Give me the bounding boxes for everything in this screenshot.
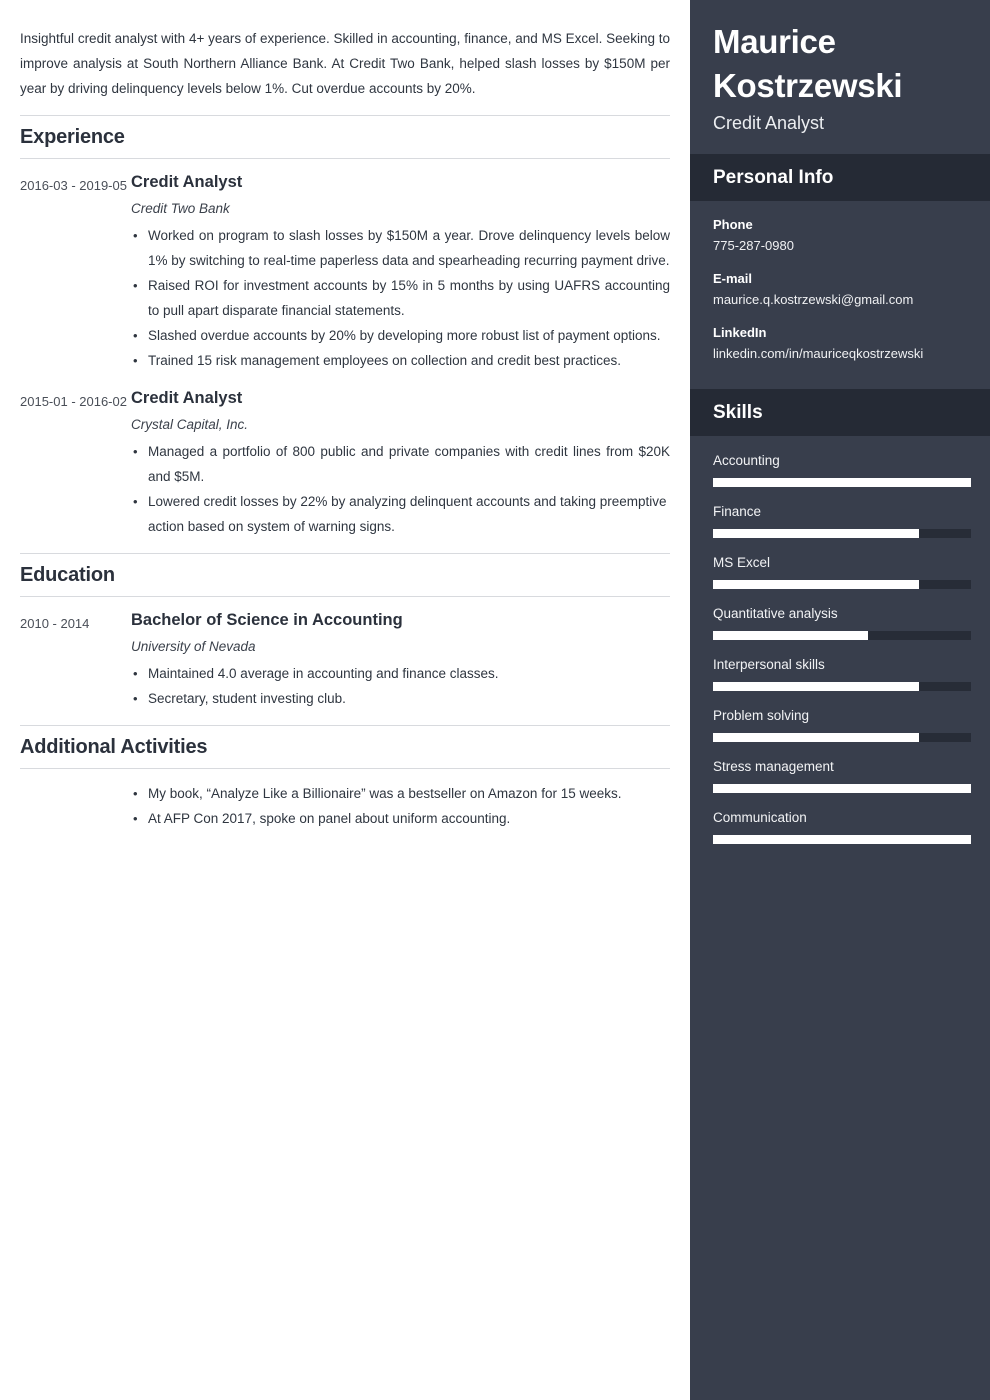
personal-info-list: Phone 775-287-0980 E-mail maurice.q.kostrze…	[690, 201, 990, 389]
candidate-role: Credit Analyst	[713, 113, 825, 133]
entry-bullet-list: Maintained 4.0 average in accounting and…	[131, 661, 670, 711]
skill-item: Communication	[713, 807, 971, 844]
resume-entry: 2016-03 - 2019-05 Credit Analyst Credit Tw…	[20, 171, 670, 373]
skill-level-fill	[713, 478, 971, 487]
resume-main-column: Insightful credit analyst with 4+ years …	[0, 0, 690, 1400]
section-header-experience: Experience	[20, 115, 670, 159]
entry-dates: 2016-03 - 2019-05	[20, 178, 127, 193]
personal-info-label: LinkedIn	[713, 325, 767, 340]
personal-info-item: LinkedIn linkedin.com/in/mauriceqkostrzew…	[713, 323, 967, 364]
entry-body: Credit Analyst Crystal Capital, Inc. Manag…	[131, 387, 670, 539]
skill-level-track	[713, 631, 971, 640]
skill-name: Communication	[713, 810, 807, 825]
summary-paragraph: Insightful credit analyst with 4+ years …	[20, 31, 670, 96]
section-title: Experience	[20, 126, 125, 148]
skill-level-track	[713, 682, 971, 691]
bullet-item: Raised ROI for investment accounts by 15…	[131, 273, 670, 323]
resume-sidebar: Maurice Kostrzewski Credit Analyst Perso…	[690, 0, 990, 1400]
section-title: Education	[20, 564, 115, 586]
skill-item: Accounting	[713, 450, 971, 487]
personal-info-value[interactable]: linkedin.com/in/mauriceqkostrzewski	[713, 344, 967, 364]
skill-level-fill	[713, 529, 920, 538]
section-additional-activities: Additional Activities My book, “Analyze …	[20, 725, 670, 831]
skill-name: Stress management	[713, 759, 834, 774]
skill-level-track	[713, 529, 971, 538]
section-experience: Experience 2016-03 - 2019-05 Credit Analy…	[20, 115, 670, 539]
skill-item: Problem solving	[713, 705, 971, 742]
skill-level-track	[713, 580, 971, 589]
entry-body: Bachelor of Science in Accounting Univers…	[131, 609, 670, 711]
section-title: Additional Activities	[20, 736, 208, 758]
sidebar-header: Maurice Kostrzewski Credit Analyst	[690, 0, 990, 154]
section-header-education: Education	[20, 553, 670, 597]
skills-list: Accounting Finance MS Excel Quantitative an…	[690, 436, 990, 870]
skill-level-track	[713, 835, 971, 844]
personal-info-label: Phone	[713, 217, 753, 232]
entry-organization: Credit Two Bank	[131, 201, 230, 216]
skill-name: Finance	[713, 504, 762, 519]
bullet-item: My book, “Analyze Like a Billionaire” wa…	[131, 781, 670, 806]
skill-item: Quantitative analysis	[713, 603, 971, 640]
education-entries: 2010 - 2014 Bachelor of Science in Accoun…	[20, 609, 670, 711]
entry-organization: Crystal Capital, Inc.	[131, 417, 249, 432]
skill-level-track	[713, 784, 971, 793]
skill-level-fill	[713, 631, 868, 640]
skills-header: Skills	[690, 389, 990, 436]
personal-info-value[interactable]: 775-287-0980	[713, 236, 967, 256]
entry-title: Bachelor of Science in Accounting	[131, 611, 403, 629]
skill-level-track	[713, 478, 971, 487]
skill-item: Interpersonal skills	[713, 654, 971, 691]
skill-item: Stress management	[713, 756, 971, 793]
skill-name: Interpersonal skills	[713, 657, 825, 672]
entry-body: My book, “Analyze Like a Billionaire” wa…	[131, 781, 670, 831]
entry-organization: University of Nevada	[131, 639, 256, 654]
resume-entry: My book, “Analyze Like a Billionaire” wa…	[20, 781, 670, 831]
section-header-additional: Additional Activities	[20, 725, 670, 769]
skill-level-fill	[713, 682, 920, 691]
resume-entry: 2010 - 2014 Bachelor of Science in Accoun…	[20, 609, 670, 711]
entry-dates: 2010 - 2014	[20, 616, 90, 631]
personal-info-title: Personal Info	[713, 167, 834, 188]
resume-entry: 2015-01 - 2016-02 Credit Analyst Crystal C…	[20, 387, 670, 539]
bullet-item: Secretary, student investing club.	[131, 686, 670, 711]
entry-title: Credit Analyst	[131, 389, 243, 407]
bullet-item: Managed a portfolio of 800 public and pr…	[131, 439, 670, 489]
bullet-item: Trained 15 risk management employees on …	[131, 348, 670, 373]
entry-title: Credit Analyst	[131, 173, 243, 191]
bullet-item: Lowered credit losses by 22% by analyzin…	[131, 489, 670, 539]
skill-name: MS Excel	[713, 555, 771, 570]
bullet-item: Maintained 4.0 average in accounting and…	[131, 661, 670, 686]
skill-level-fill	[713, 784, 971, 793]
skill-name: Problem solving	[713, 708, 810, 723]
entry-bullet-list: Managed a portfolio of 800 public and pr…	[131, 439, 670, 539]
candidate-name: Maurice Kostrzewski	[713, 23, 903, 104]
skill-item: Finance	[713, 501, 971, 538]
experience-entries: 2016-03 - 2019-05 Credit Analyst Credit Tw…	[20, 171, 670, 539]
skill-level-fill	[713, 733, 920, 742]
personal-info-header: Personal Info	[690, 154, 990, 201]
skill-name: Quantitative analysis	[713, 606, 838, 621]
skill-level-track	[713, 733, 971, 742]
entry-bullet-list: My book, “Analyze Like a Billionaire” wa…	[131, 781, 670, 831]
section-education: Education 2010 - 2014 Bachelor of Science…	[20, 553, 670, 711]
bullet-item: Worked on program to slash losses by $15…	[131, 223, 670, 273]
entry-bullet-list: Worked on program to slash losses by $15…	[131, 223, 670, 373]
entry-body: Credit Analyst Credit Two Bank Worked on p…	[131, 171, 670, 373]
personal-info-label: E-mail	[713, 271, 753, 286]
skill-level-fill	[713, 835, 971, 844]
entry-dates: 2015-01 - 2016-02	[20, 394, 127, 409]
bullet-item: At AFP Con 2017, spoke on panel about un…	[131, 806, 670, 831]
resume-page: Insightful credit analyst with 4+ years …	[0, 0, 990, 1400]
additional-entries: My book, “Analyze Like a Billionaire” wa…	[20, 781, 670, 831]
skill-item: MS Excel	[713, 552, 971, 589]
bullet-item: Slashed overdue accounts by 20% by devel…	[131, 323, 670, 348]
skill-name: Accounting	[713, 453, 780, 468]
personal-info-item: Phone 775-287-0980	[713, 215, 967, 256]
skills-title: Skills	[713, 402, 763, 423]
skill-level-fill	[713, 580, 920, 589]
personal-info-item: E-mail maurice.q.kostrzewski@gmail.com	[713, 269, 967, 310]
personal-info-value[interactable]: maurice.q.kostrzewski@gmail.com	[713, 290, 967, 310]
